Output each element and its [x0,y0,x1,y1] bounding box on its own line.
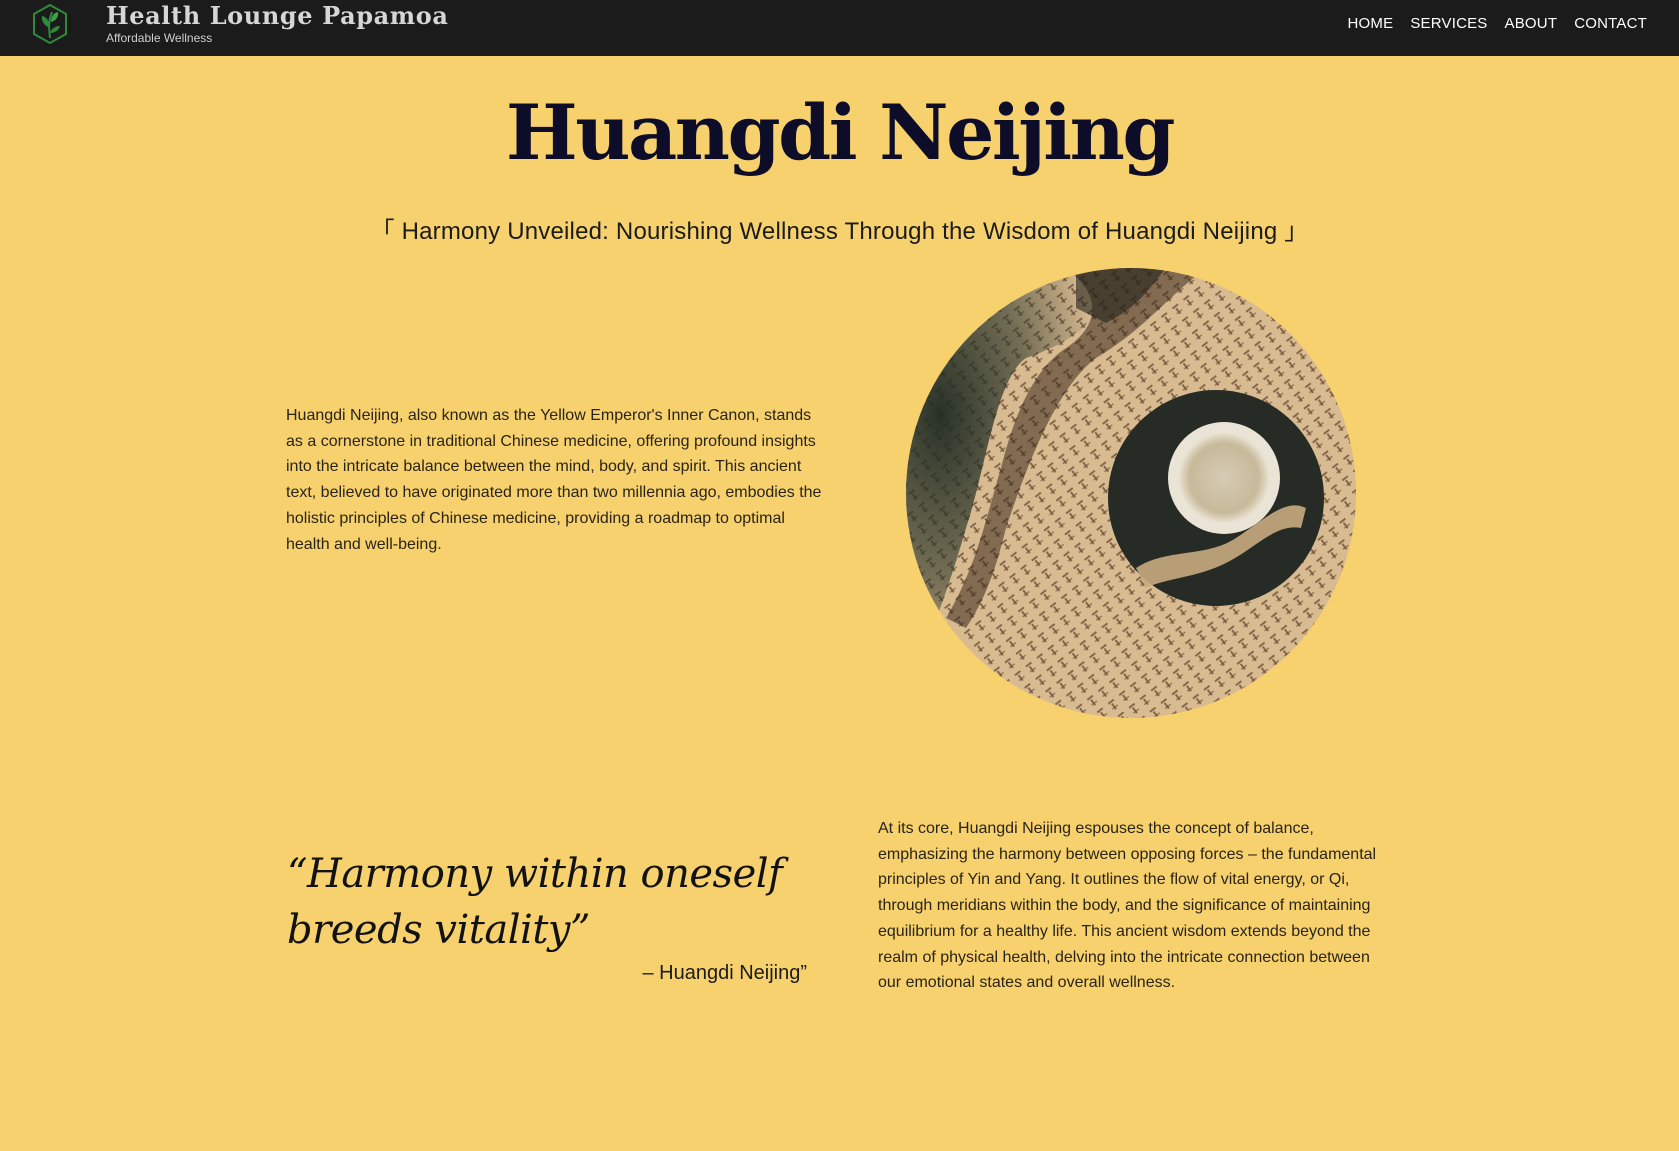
tea-cup-on-book-illustration [906,268,1356,718]
nav-about[interactable]: ABOUT [1505,15,1558,32]
nav-contact[interactable]: CONTACT [1574,15,1647,32]
nav-services[interactable]: SERVICES [1410,15,1487,32]
tea-book-image [906,268,1356,718]
main-nav: HOME SERVICES ABOUT CONTACT [1348,15,1647,32]
page-subtitle: 「 Harmony Unveiled: Nourishing Wellness … [370,218,1309,245]
quote-author: – Huangdi Neijing” [642,962,807,984]
leaf-logo-icon[interactable] [28,2,72,46]
quote-text: “Harmony within oneself breeds vitality” [287,851,783,953]
page-title: Huangdi Neijing [505,88,1176,177]
site-header: Health Lounge Papamoa Affordable Wellnes… [0,0,1679,56]
intro-paragraph: Huangdi Neijing, also known as the Yello… [286,407,822,553]
site-tagline: Affordable Wellness [106,31,213,45]
site-brand[interactable]: Health Lounge Papamoa [106,1,449,30]
body-paragraph: At its core, Huangdi Neijing espouses th… [878,820,1377,992]
nav-home[interactable]: HOME [1348,15,1394,32]
